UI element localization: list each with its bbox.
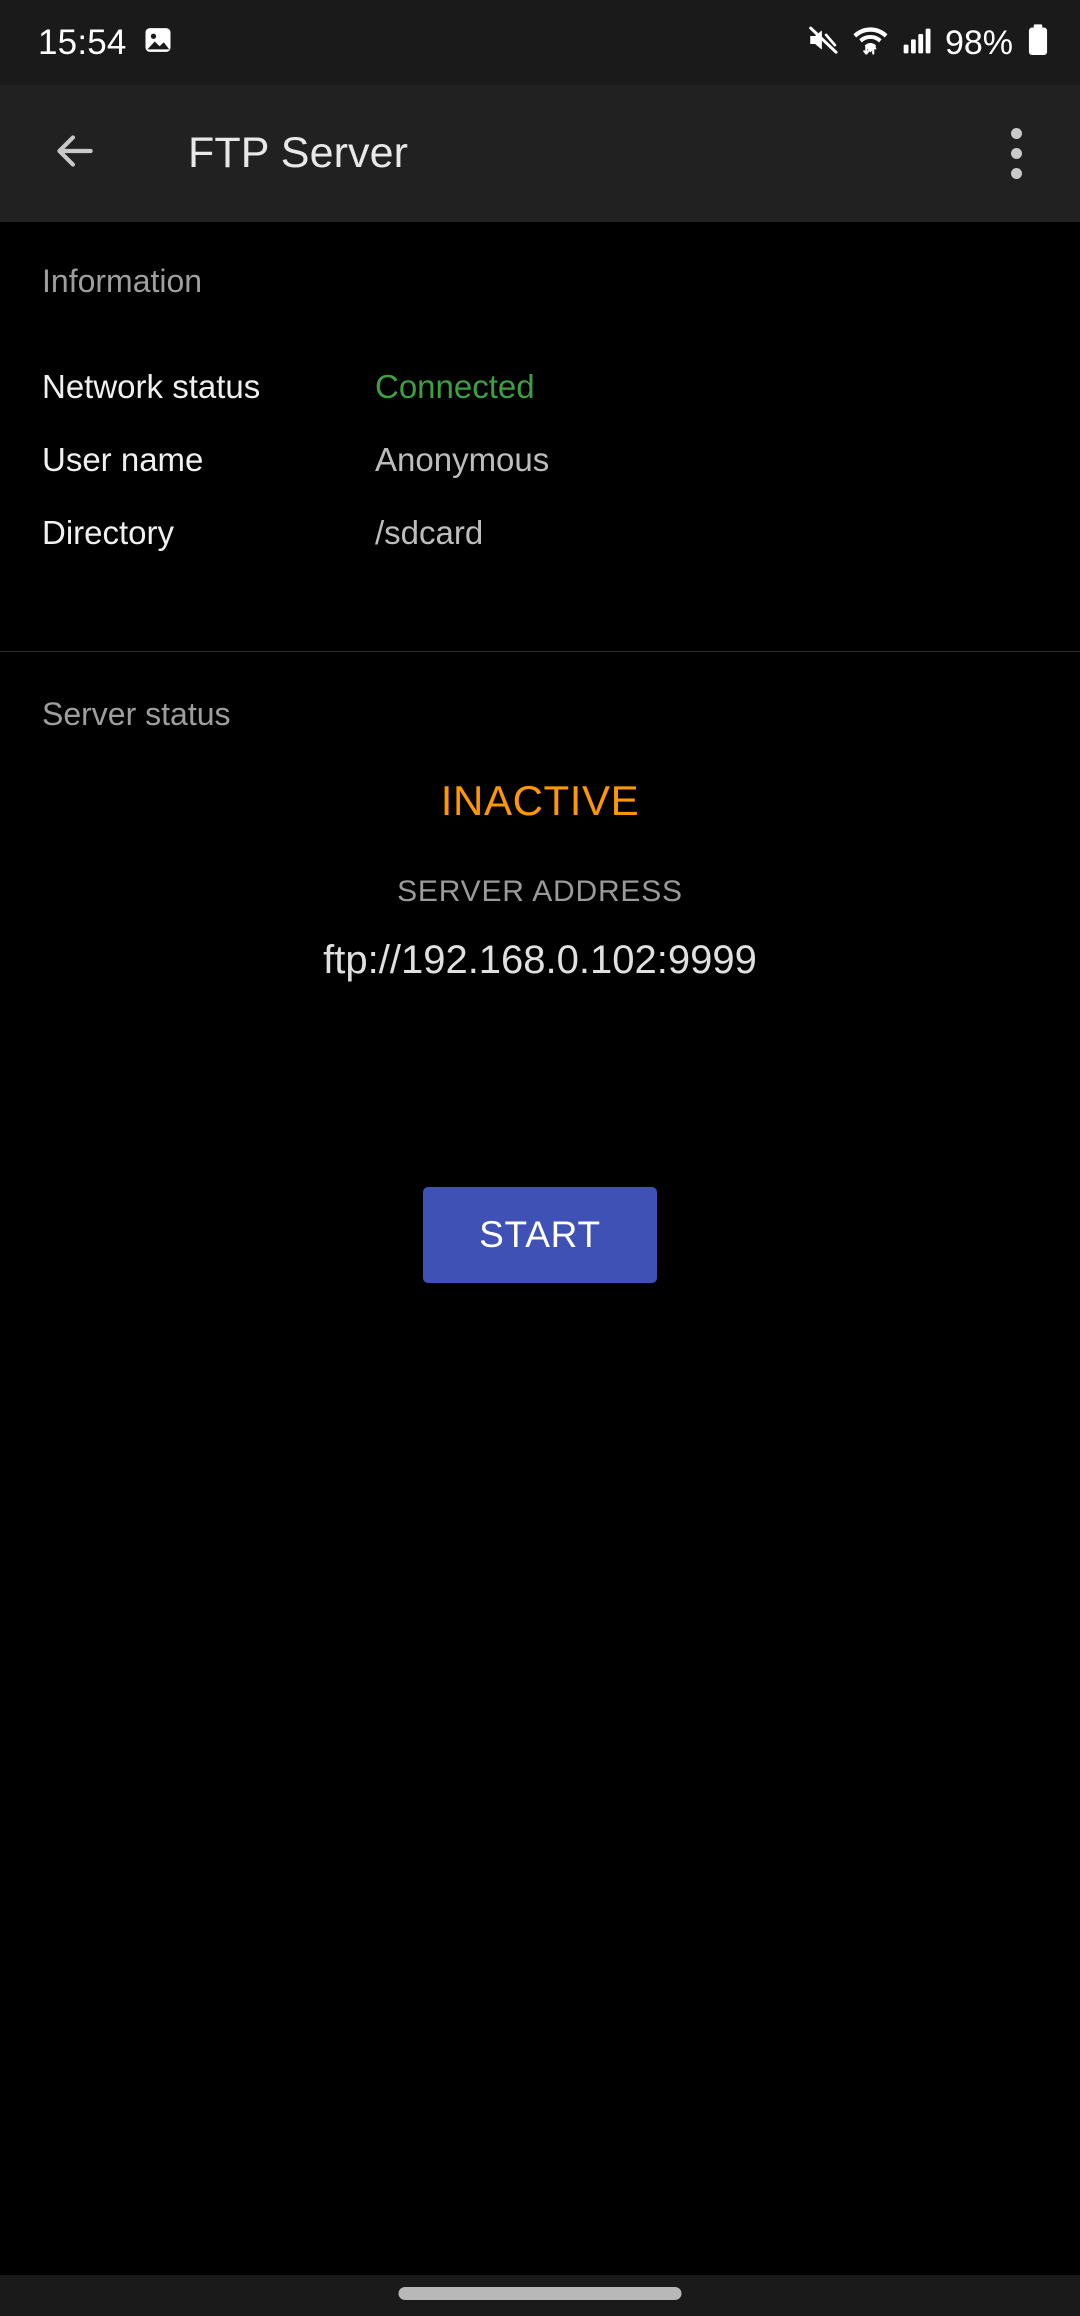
image-notification-icon [143, 25, 173, 60]
info-value-directory: /sdcard [375, 514, 484, 551]
status-bar-left: 15:54 [38, 0, 173, 85]
server-status-badge: INACTIVE [440, 777, 640, 824]
info-label-user-name: User name [42, 441, 204, 478]
home-indicator-pill[interactable] [398, 2287, 682, 2300]
battery-icon [1026, 23, 1050, 62]
start-button[interactable]: START [423, 1187, 657, 1283]
information-section-header: Information [42, 263, 203, 299]
system-navigation-bar [0, 2275, 1080, 2316]
back-button[interactable] [36, 115, 112, 191]
server-status-section-header: Server status [42, 696, 231, 732]
app-bar: FTP Server [0, 85, 1080, 222]
section-divider [0, 651, 1080, 652]
overflow-menu-button[interactable] [978, 115, 1054, 191]
status-bar-clock: 15:54 [38, 23, 127, 62]
info-value-network-status: Connected [375, 368, 535, 405]
overflow-menu-icon-dot3 [1010, 167, 1022, 179]
status-bar-right: 98% [806, 0, 1050, 85]
info-row-user-name: User name Anonymous [0, 440, 1080, 480]
server-address-label: SERVER ADDRESS [397, 875, 683, 908]
cellular-signal-icon [902, 24, 932, 61]
overflow-menu-icon-dot2 [1010, 147, 1022, 159]
overflow-menu-icon [1010, 127, 1022, 139]
info-value-user-name: Anonymous [375, 441, 550, 478]
status-bar: 15:54 98% [0, 0, 1080, 85]
info-label-directory: Directory [42, 514, 175, 551]
back-arrow-icon [49, 126, 99, 181]
battery-percentage: 98% [944, 23, 1013, 62]
page-title: FTP Server [188, 129, 409, 177]
info-label-network-status: Network status [42, 368, 261, 405]
info-row-directory: Directory /sdcard [0, 513, 1080, 553]
info-row-network-status: Network status Connected [0, 367, 1080, 407]
wifi-icon [853, 23, 889, 62]
volume-mute-icon [806, 23, 840, 62]
server-address-value: ftp://192.168.0.102:9999 [323, 938, 757, 982]
